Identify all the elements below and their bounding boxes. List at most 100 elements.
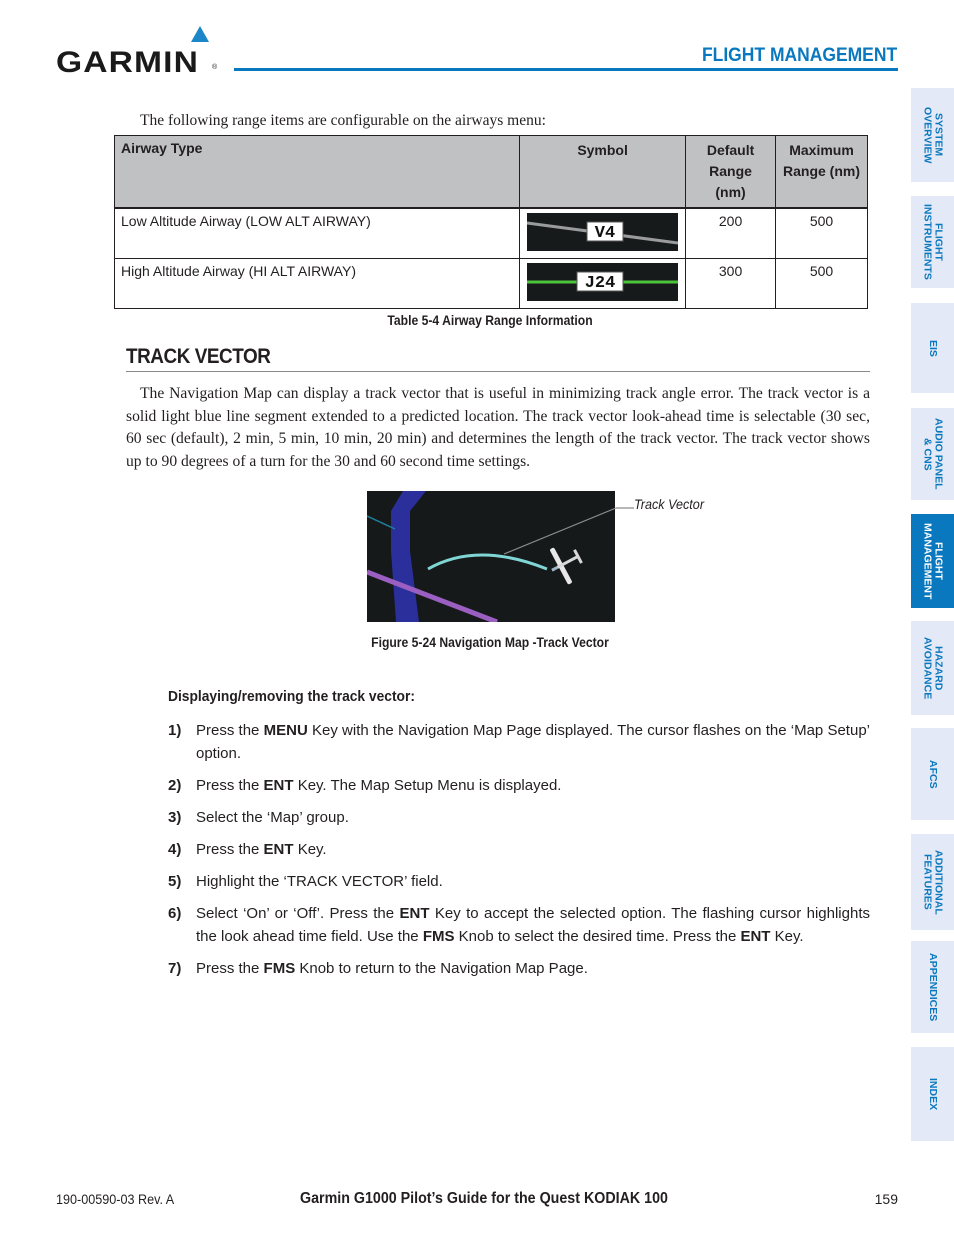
- step-text-fragment: Press the: [196, 960, 264, 977]
- cell-max-range: 500: [775, 257, 868, 309]
- key-name: ENT: [399, 905, 430, 922]
- body-paragraph: The Navigation Map can display a track v…: [126, 385, 870, 470]
- side-tab-flight-instruments[interactable]: FLIGHT INSTRUMENTS: [911, 196, 954, 288]
- track-vector-callout: Track Vector: [634, 496, 705, 512]
- procedure-step: 4) Press the ENT Key.: [168, 838, 870, 861]
- procedure-step: 2) Press the ENT Key. The Map Setup Menu …: [168, 774, 870, 797]
- key-name: ENT: [263, 777, 294, 794]
- step-number: 7): [168, 960, 182, 977]
- key-name: FMS: [263, 960, 296, 977]
- step-number: 2): [168, 777, 182, 794]
- col-header-default-line2: Range (nm): [709, 163, 752, 200]
- side-tab-label: ADDITIONAL FEATURES: [921, 849, 945, 915]
- table-caption: Table 5-4 Airway Range Information: [387, 313, 593, 328]
- step-text-fragment: Press the: [196, 722, 264, 739]
- col-header-max-line2: Range (nm): [783, 163, 860, 179]
- col-header-symbol: Symbol: [519, 135, 687, 209]
- col-header-max-range: Maximum Range (nm): [775, 135, 868, 209]
- procedure-step: 3) Select the ‘Map’ group.: [168, 806, 870, 829]
- cell-airway-type: High Altitude Airway (HI ALT AIRWAY): [113, 257, 521, 309]
- side-tab-index[interactable]: INDEX: [911, 1047, 954, 1141]
- cell-airway-type: Low Altitude Airway (LOW ALT AIRWAY): [113, 207, 521, 259]
- heading-rule: [126, 371, 870, 372]
- side-tab-label: FLIGHT MANAGEMENT: [921, 522, 945, 600]
- procedure-title: Displaying/removing the track vector:: [168, 688, 415, 705]
- table-row: High Altitude Airway (HI ALT AIRWAY) J24…: [113, 257, 868, 309]
- registered-mark: ®: [212, 64, 218, 71]
- cell-symbol: V4: [519, 207, 687, 259]
- side-tab-label: SYSTEM OVERVIEW: [921, 106, 945, 164]
- step-text-fragment: Press the: [196, 777, 264, 794]
- table-row: Low Altitude Airway (LOW ALT AIRWAY) V4 …: [113, 207, 868, 259]
- airspace-boundary-shape: [391, 491, 426, 622]
- intro-text: The following range items are configurab…: [140, 112, 546, 129]
- cell-max-range: 500: [775, 207, 868, 259]
- key-name: MENU: [263, 722, 308, 739]
- symbol-label-j24: J24: [585, 274, 616, 293]
- garmin-logo: GARMIN ®: [56, 26, 221, 79]
- side-tab-flight-management[interactable]: FLIGHT MANAGEMENT: [911, 514, 954, 608]
- page-number: 159: [874, 1191, 898, 1207]
- key-name: ENT: [263, 841, 294, 858]
- step-text-fragment: Select ‘On’ or ‘Off’. Press the: [196, 905, 400, 922]
- procedure-step: 5) Highlight the ‘TRACK VECTOR’ field.: [168, 870, 870, 893]
- col-header-default-range: Default Range (nm): [685, 135, 777, 209]
- step-number: 6): [168, 905, 182, 922]
- garmin-triangle-icon: [191, 26, 209, 42]
- side-tab-label: APPENDICES: [927, 952, 939, 1022]
- step-number: 1): [168, 722, 182, 739]
- figure-caption: Figure 5-24 Navigation Map -Track Vector: [371, 635, 609, 650]
- side-tab-audio-panel-cns[interactable]: AUDIO PANEL & CNS: [911, 408, 954, 500]
- purple-airway-line: [367, 569, 498, 622]
- side-tab-eis[interactable]: EIS: [911, 303, 954, 393]
- brand-name: GARMIN: [56, 46, 199, 79]
- key-name: ENT: [740, 928, 771, 945]
- side-tab-label: FLIGHT INSTRUMENTS: [921, 204, 945, 280]
- step-text: Press the ENT Key. The Map Setup Menu is…: [196, 774, 870, 797]
- side-tab-label: AUDIO PANEL & CNS: [921, 418, 945, 490]
- step-text-fragment: Press the: [196, 841, 264, 858]
- side-tab-label: EIS: [927, 339, 939, 357]
- side-tab-afcs[interactable]: AFCS: [911, 728, 954, 820]
- header-rule: [234, 68, 898, 71]
- low-altitude-airway-symbol-icon: V4: [527, 213, 679, 251]
- side-tab-appendices[interactable]: APPENDICES: [911, 941, 954, 1033]
- side-tab-system-overview[interactable]: SYSTEM OVERVIEW: [911, 88, 954, 182]
- step-text-fragment: Select the ‘Map’ group.: [196, 809, 349, 826]
- cyan-route-line: [367, 515, 396, 530]
- cell-default-range: 200: [685, 207, 777, 259]
- col-header-airway-type: Airway Type: [113, 135, 521, 209]
- procedure-step: 1) Press the MENU Key with the Navigation…: [168, 719, 870, 765]
- cell-symbol: J24: [519, 257, 687, 309]
- airway-range-table: Airway Type Symbol Default Range (nm) Ma…: [113, 135, 868, 309]
- side-tab-additional-features[interactable]: ADDITIONAL FEATURES: [911, 834, 954, 930]
- key-name: FMS: [422, 928, 455, 945]
- section-heading: TRACK VECTOR: [126, 345, 271, 368]
- symbol-label-v4: V4: [595, 224, 615, 243]
- step-text-fragment: Knob to select the desired time. Press t…: [454, 928, 741, 945]
- callout-leader-line: [503, 507, 634, 555]
- cell-default-range: 300: [685, 257, 777, 309]
- step-text: Highlight the ‘TRACK VECTOR’ field.: [196, 870, 870, 893]
- procedure-step: 7) Press the FMS Knob to return to the Na…: [168, 957, 870, 980]
- table-header-row: Airway Type Symbol Default Range (nm) Ma…: [113, 135, 868, 209]
- side-tab-label: AFCS: [927, 759, 939, 789]
- doc-number: 190-00590-03 Rev. A: [56, 1191, 175, 1207]
- procedure-step: 6) Select ‘On’ or ‘Off’. Press the ENT Ke…: [168, 902, 870, 948]
- step-text: Press the MENU Key with the Navigation M…: [196, 719, 870, 765]
- step-text-fragment: Key. The Map Setup Menu is displayed.: [293, 777, 562, 794]
- step-number: 4): [168, 841, 182, 858]
- high-altitude-airway-symbol-icon: J24: [527, 262, 679, 301]
- side-tab-label: INDEX: [927, 1077, 939, 1111]
- step-text: Select the ‘Map’ group.: [196, 806, 870, 829]
- col-header-max-line1: Maximum: [789, 142, 854, 158]
- step-text: Press the ENT Key.: [196, 838, 870, 861]
- step-text-fragment: Key.: [770, 928, 804, 945]
- step-text: Press the FMS Knob to return to the Navi…: [196, 957, 870, 980]
- section-title: FLIGHT MANAGEMENT: [701, 45, 897, 66]
- side-tab-hazard-avoidance[interactable]: HAZARD AVOIDANCE: [911, 621, 954, 715]
- step-text: Select ‘On’ or ‘Off’. Press the ENT Key …: [196, 902, 870, 948]
- guide-title: Garmin G1000 Pilot’s Guide for the Quest…: [300, 1190, 668, 1207]
- step-text-fragment: Key.: [293, 841, 327, 858]
- step-number: 5): [168, 873, 182, 890]
